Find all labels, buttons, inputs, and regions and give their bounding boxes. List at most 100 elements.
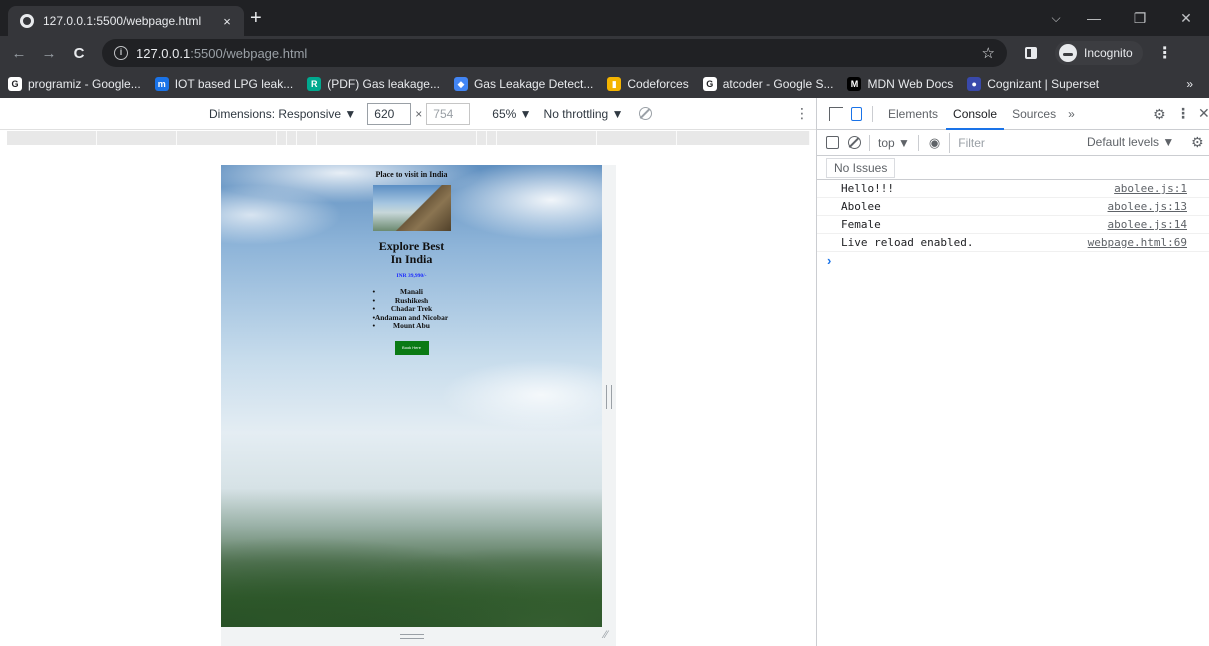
restore-button[interactable]: ❐ (1117, 10, 1163, 27)
bookmark-item[interactable]: R (PDF) Gas leakage... (307, 77, 440, 91)
devtools-menu-button[interactable]: ⋮ (1176, 105, 1190, 122)
bookmark-label: (PDF) Gas leakage... (327, 77, 440, 91)
console-log-row: Live reload enabled. webpage.html:69 (817, 234, 1209, 252)
bookmark-item[interactable]: m IOT based LPG leak... (154, 77, 294, 91)
page-heading: Place to visit in India (375, 170, 448, 179)
bookmark-star-icon[interactable]: ☆ (982, 44, 995, 62)
device-toolbar: Dimensions: Responsive ▼ 620 × 754 65% ▼… (0, 98, 816, 130)
bookmarks-overflow-button[interactable]: » (1186, 77, 1193, 91)
bookmark-label: IOT based LPG leak... (174, 77, 294, 91)
zoom-dropdown[interactable]: 65% ▼ (492, 107, 531, 121)
log-source-link[interactable]: abolee.js:1 (1114, 182, 1187, 195)
log-message: Female (841, 218, 881, 231)
tab-sources[interactable]: Sources (1012, 98, 1056, 130)
device-toggle-icon[interactable] (851, 106, 862, 121)
close-devtools-button[interactable]: ✕ (1198, 105, 1209, 122)
bookmark-label: atcoder - Google S... (722, 77, 834, 91)
bookmark-label: Cognizant | Superset (987, 77, 1100, 91)
more-tabs-button[interactable]: » (1068, 107, 1075, 121)
live-expression-eye-icon[interactable]: ◉ (929, 135, 940, 151)
book-here-button[interactable]: Book Here (394, 340, 429, 355)
hero-image (372, 185, 451, 231)
side-panel-icon[interactable] (1025, 47, 1037, 59)
emulated-page: Place to visit in India Explore Best In … (221, 165, 602, 627)
settings-gear-icon[interactable]: ⚙ (1153, 106, 1166, 123)
log-source-link[interactable]: abolee.js:14 (1108, 218, 1187, 231)
console-log-row: Abolee abolee.js:13 (817, 198, 1209, 216)
forward-button[interactable]: → (38, 45, 60, 62)
bookmark-item[interactable]: ▮ Codeforces (607, 77, 689, 91)
sidebar-toggle-icon[interactable] (826, 136, 839, 149)
log-source-link[interactable]: abolee.js:13 (1108, 200, 1187, 213)
console-filter-input[interactable]: Filter (949, 132, 1069, 153)
close-window-button[interactable]: ✕ (1163, 10, 1209, 27)
dimension-separator: × (415, 106, 423, 121)
bookmark-favicon-icon: M (847, 77, 862, 91)
log-source-link[interactable]: webpage.html:69 (1088, 236, 1187, 249)
divider (869, 134, 870, 151)
places-list: Manali Rushikesh Chadar Trek Andaman and… (370, 287, 454, 331)
throttling-dropdown[interactable]: No throttling ▼ (544, 107, 624, 121)
devtools-tabbar: Elements Console Sources » ⚙ ⋮ ✕ (817, 98, 1209, 130)
resize-handle-right[interactable] (606, 385, 612, 409)
device-toolbar-menu-button[interactable]: ⋮ (795, 105, 809, 122)
divider (872, 105, 873, 122)
new-tab-button[interactable]: + (250, 7, 262, 29)
console-log-row: Hello!!! abolee.js:1 (817, 180, 1209, 198)
bookmark-item[interactable]: Gatcoder - Google S... (702, 77, 834, 91)
address-bar[interactable]: i 127.0.0.1 :5500/webpage.html ☆ (102, 39, 1007, 67)
bookmark-item[interactable]: M MDN Web Docs (847, 77, 953, 91)
width-input[interactable]: 620 (367, 102, 412, 125)
bookmark-item[interactable]: ◆ Gas Leakage Detect... (453, 77, 593, 91)
browser-menu-button[interactable]: ⋮ (1157, 43, 1173, 63)
media-query-ruler[interactable] (7, 131, 810, 145)
bookmark-favicon-icon: ▮ (607, 77, 622, 91)
log-levels-dropdown[interactable]: Default levels ▼ (1087, 135, 1174, 149)
devtools-panel: Elements Console Sources » ⚙ ⋮ ✕ top ▼ ◉… (816, 98, 1209, 646)
tab-console[interactable]: Console (946, 98, 1005, 130)
tab-elements[interactable]: Elements (888, 98, 938, 130)
bookmark-item[interactable]: Gprogramiz - Google... (8, 77, 141, 91)
tab-strip: 127.0.0.1:5500/webpage.html × + ⌵ — ❐ ✕ (0, 0, 1209, 36)
bookmark-favicon-icon: m (154, 77, 169, 91)
incognito-label: Incognito (1084, 46, 1133, 60)
resize-corner-icon[interactable]: ⁄⁄ (604, 629, 616, 641)
inspect-element-icon[interactable] (829, 106, 843, 121)
bookmark-item[interactable]: ● Cognizant | Superset (967, 77, 1099, 91)
bookmarks-bar: Gprogramiz - Google... m IOT based LPG lea… (0, 70, 1209, 98)
site-info-icon[interactable]: i (114, 46, 128, 60)
issues-button[interactable]: No Issues (826, 157, 896, 178)
console-settings-gear-icon[interactable]: ⚙ (1191, 134, 1204, 151)
minimize-button[interactable]: — (1071, 10, 1117, 26)
log-message: Live reload enabled. (841, 236, 974, 249)
browser-toolbar: ← → C i 127.0.0.1 :5500/webpage.html ☆ I… (0, 36, 1209, 70)
rotate-icon[interactable] (639, 107, 653, 120)
dimensions-dropdown[interactable]: Dimensions: Responsive ▼ (209, 107, 356, 121)
incognito-badge[interactable]: Incognito (1055, 41, 1143, 65)
explore-line-2: In India (390, 252, 433, 266)
log-message: Hello!!! (841, 182, 894, 195)
forest-hills (221, 507, 602, 627)
resize-handle-bottom[interactable] (400, 634, 424, 639)
bookmark-favicon-icon: R (307, 77, 322, 91)
price-text: INR 39,990/- (396, 273, 427, 279)
bookmark-favicon-icon: ◆ (453, 77, 468, 91)
clear-console-icon[interactable] (848, 136, 861, 149)
reload-button[interactable]: C (68, 45, 90, 62)
window-controls: ⌵ — ❐ ✕ (1041, 0, 1209, 36)
console-toolbar: top ▼ ◉ Filter Default levels ▼ ⚙ (817, 130, 1209, 156)
browser-tab[interactable]: 127.0.0.1:5500/webpage.html × (8, 6, 244, 36)
tab-close-button[interactable]: × (216, 14, 238, 29)
url-path: :5500/webpage.html (190, 45, 308, 61)
bookmark-label: Codeforces (627, 77, 689, 91)
back-button[interactable]: ← (8, 45, 30, 62)
height-input[interactable]: 754 (426, 102, 471, 125)
bookmark-label: programiz - Google... (28, 77, 141, 91)
list-item: Mount Abu (370, 321, 454, 331)
globe-icon (20, 14, 34, 28)
context-selector[interactable]: top ▼ (878, 136, 910, 150)
divider (917, 134, 919, 151)
incognito-icon (1059, 44, 1077, 62)
tab-search-button[interactable]: ⌵ (1041, 11, 1071, 26)
console-prompt[interactable]: › (827, 252, 1209, 270)
